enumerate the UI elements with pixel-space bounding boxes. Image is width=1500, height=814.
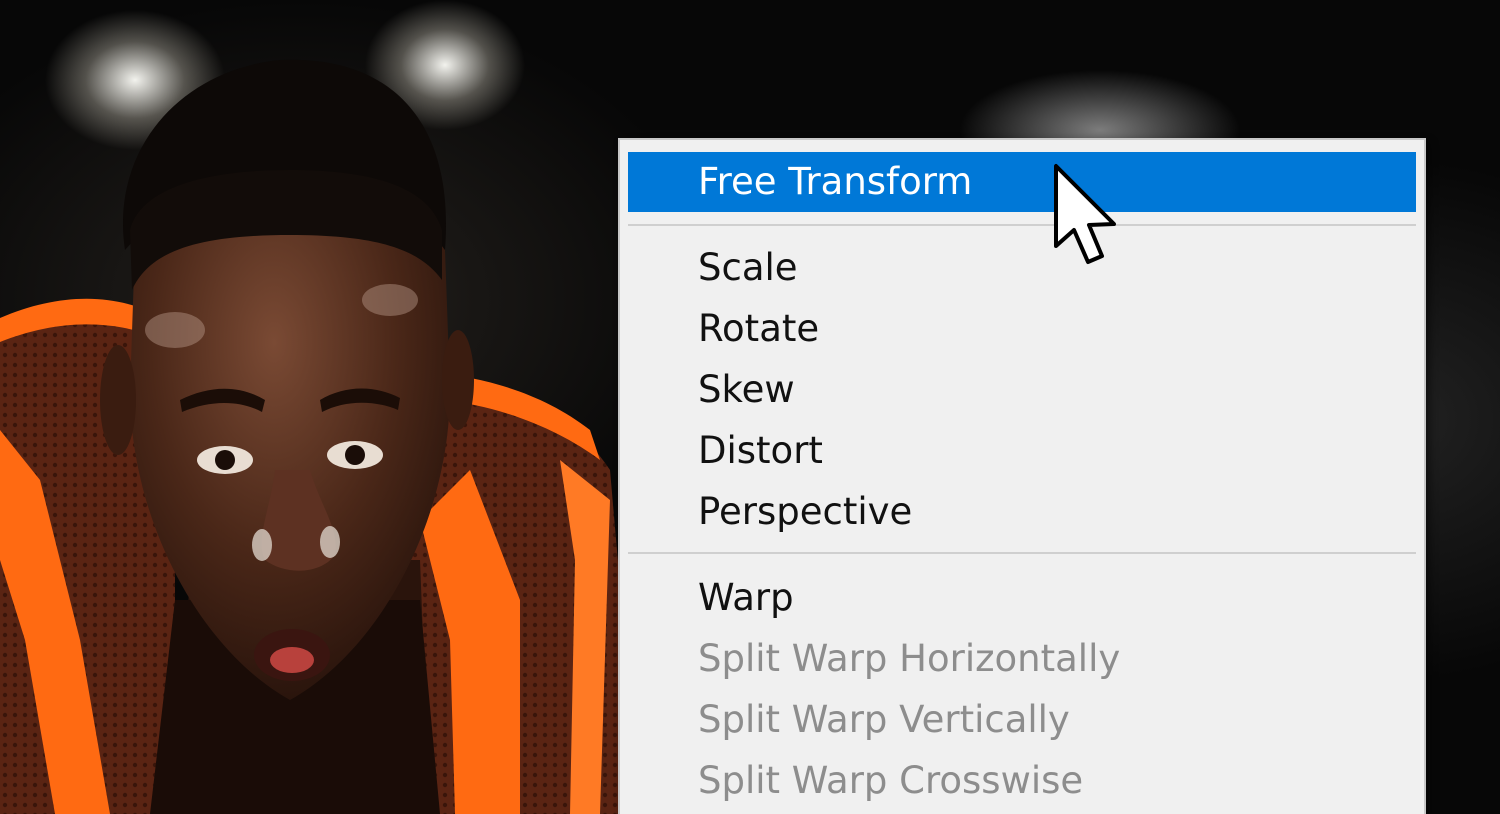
basketball-player-photo bbox=[0, 59, 640, 814]
menu-item-split-warp-horizontally: Split Warp Horizontally bbox=[698, 637, 1121, 680]
transform-context-menu: Free Transform Scale Rotate Skew Distort… bbox=[618, 138, 1426, 814]
canvas-background: Free Transform Scale Rotate Skew Distort… bbox=[0, 0, 1500, 814]
menu-separator bbox=[628, 552, 1416, 554]
menu-item-split-warp-vertically: Split Warp Vertically bbox=[698, 698, 1070, 741]
arrow-pointer-icon bbox=[1054, 164, 1116, 264]
menu-item-rotate[interactable]: Rotate bbox=[628, 299, 1416, 359]
menu-separator bbox=[628, 224, 1416, 226]
menu-item-split-warp-crosswise: Split Warp Crosswise bbox=[698, 759, 1084, 802]
menu-item-skew[interactable]: Skew bbox=[628, 360, 1416, 420]
menu-item-warp[interactable]: Warp bbox=[628, 568, 1416, 628]
menu-item-scale[interactable]: Scale bbox=[628, 238, 1416, 298]
menu-item-perspective[interactable]: Perspective bbox=[628, 482, 1416, 542]
menu-item-free-transform[interactable]: Free Transform bbox=[628, 152, 1416, 212]
menu-item-distort[interactable]: Distort bbox=[628, 421, 1416, 481]
